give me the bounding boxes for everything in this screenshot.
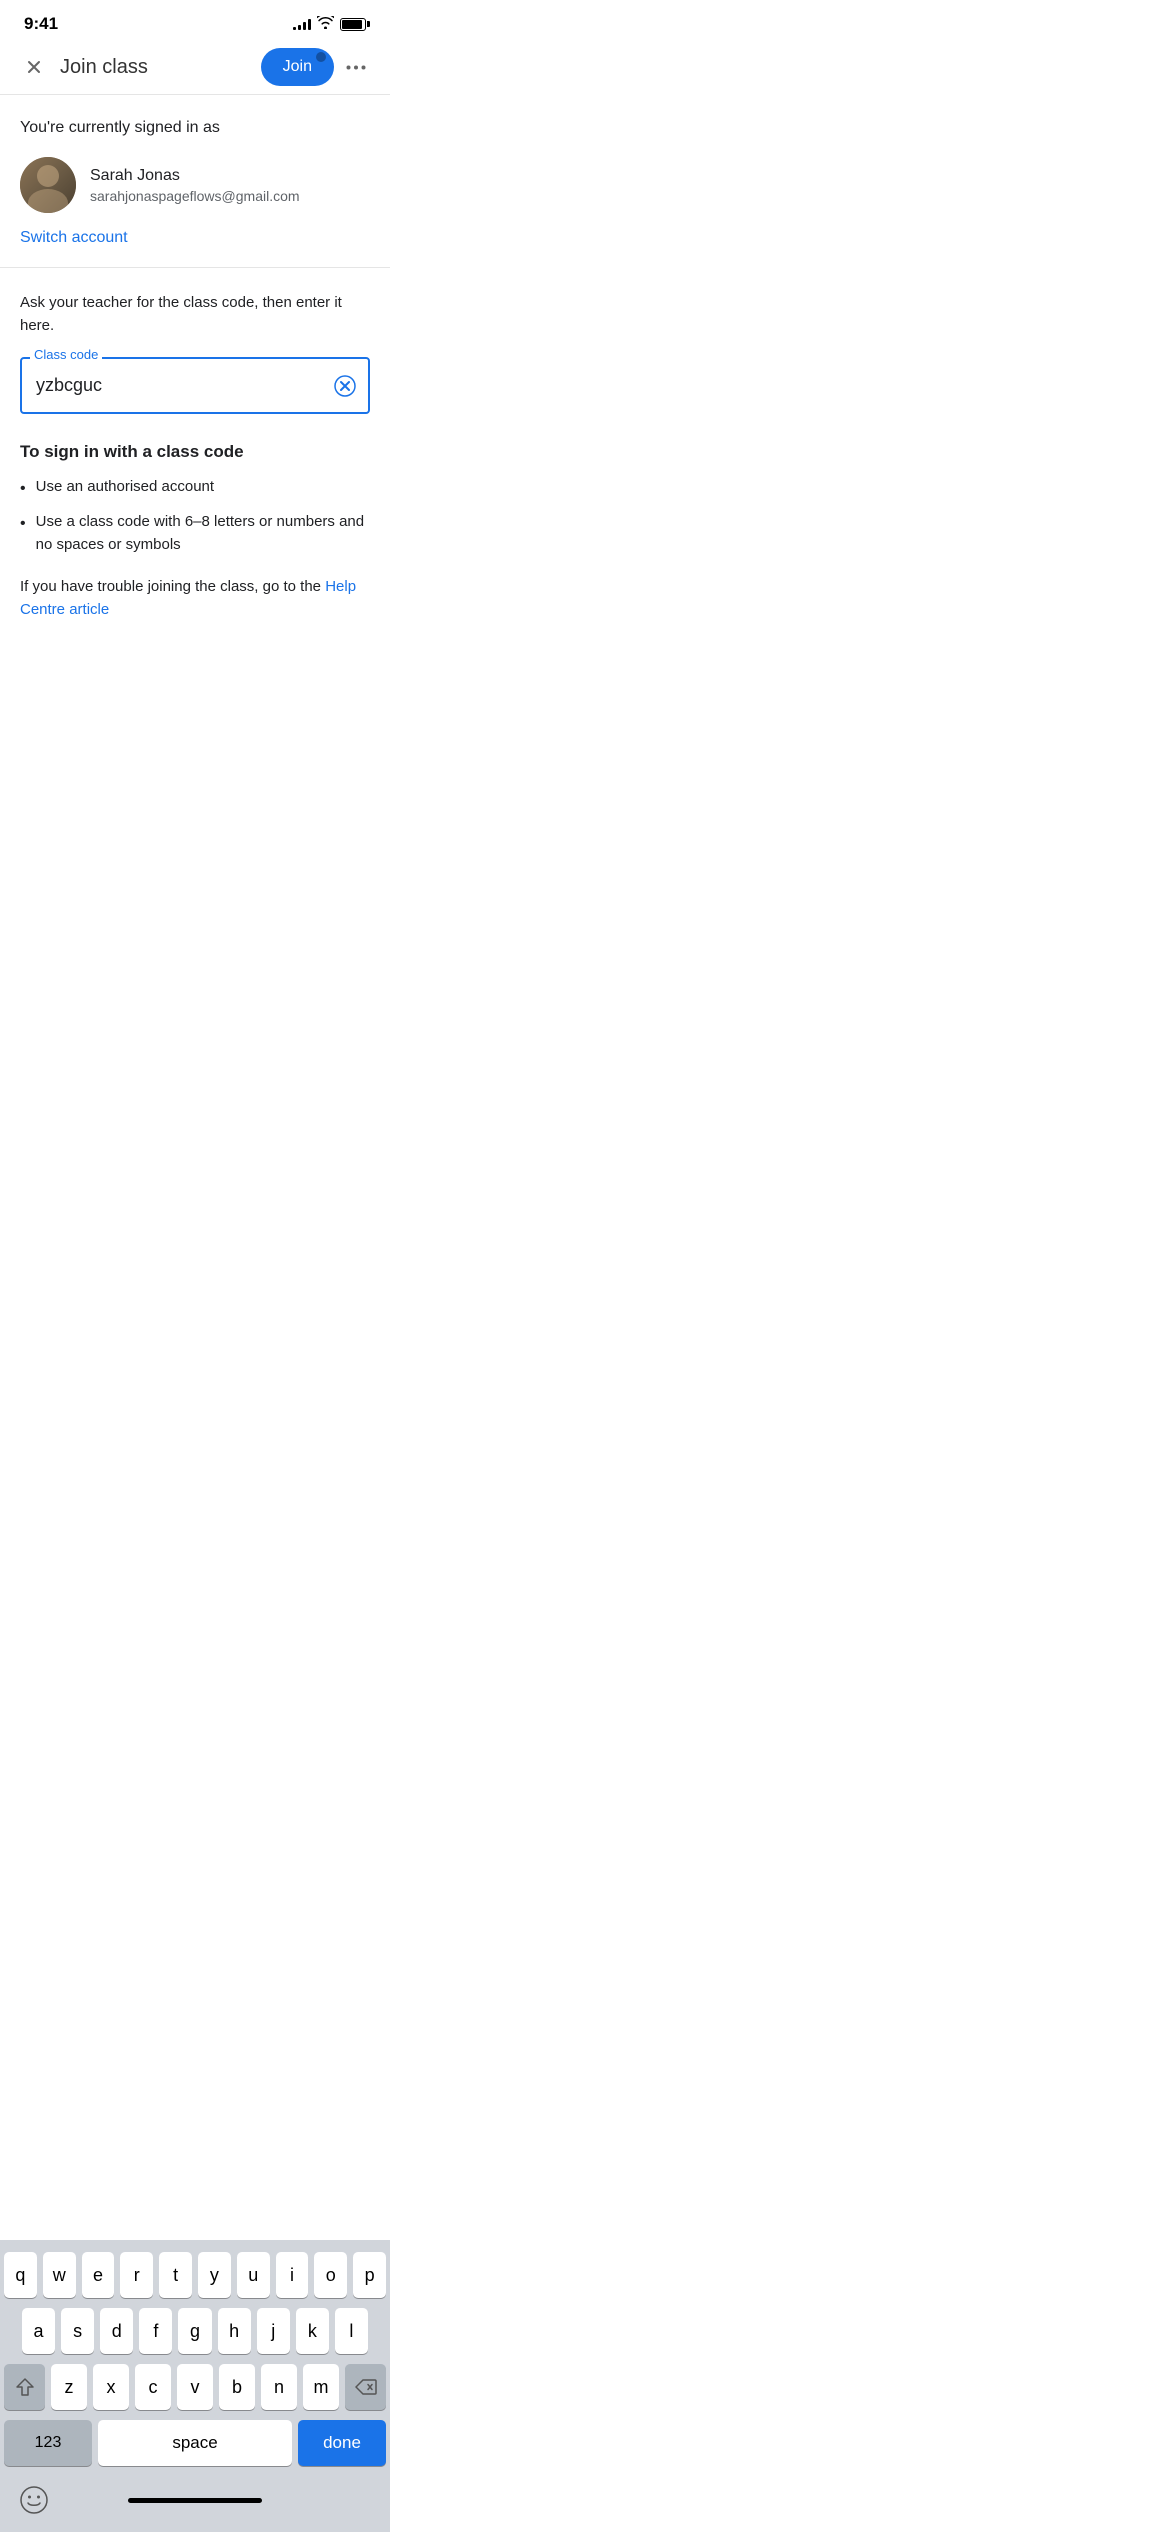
key-g[interactable]: g bbox=[178, 2308, 211, 2354]
key-i[interactable]: i bbox=[276, 2252, 309, 2298]
key-a[interactable]: a bbox=[22, 2308, 55, 2354]
class-code-input[interactable] bbox=[20, 357, 370, 414]
nav-bar: Join class Join bbox=[0, 40, 390, 95]
space-key[interactable]: space bbox=[98, 2420, 292, 2466]
key-s[interactable]: s bbox=[61, 2308, 94, 2354]
user-email: sarahjonaspageflows@gmail.com bbox=[90, 188, 300, 204]
page-title: Join class bbox=[60, 56, 261, 79]
wifi-icon bbox=[317, 16, 334, 32]
switch-account-link[interactable]: Switch account bbox=[20, 229, 128, 247]
key-w[interactable]: w bbox=[43, 2252, 76, 2298]
instructions-list: Use an authorised account Use a class co… bbox=[20, 476, 370, 556]
key-c[interactable]: c bbox=[135, 2364, 171, 2410]
battery-icon bbox=[340, 18, 366, 31]
close-button[interactable] bbox=[16, 49, 52, 85]
keyboard-row-4: 123 space done bbox=[4, 2420, 386, 2466]
emoji-button[interactable] bbox=[14, 2480, 54, 2520]
key-t[interactable]: t bbox=[159, 2252, 192, 2298]
keyboard-row-1: q w e r t y u i o p bbox=[4, 2252, 386, 2298]
trouble-text: If you have trouble joining the class, g… bbox=[20, 576, 370, 621]
key-p[interactable]: p bbox=[353, 2252, 386, 2298]
signal-icon bbox=[293, 18, 311, 30]
keyboard-row-3: z x c v b n m bbox=[4, 2364, 386, 2410]
trouble-prefix: If you have trouble joining the class, g… bbox=[20, 578, 325, 595]
key-r[interactable]: r bbox=[120, 2252, 153, 2298]
class-code-field: Class code bbox=[20, 357, 370, 414]
keyboard: q w e r t y u i o p a s d f g h j k l z … bbox=[0, 2240, 390, 2532]
list-item-text: Use a class code with 6–8 letters or num… bbox=[36, 511, 370, 556]
key-d[interactable]: d bbox=[100, 2308, 133, 2354]
list-item: Use an authorised account bbox=[20, 476, 370, 501]
main-content: You're currently signed in as Sarah Jona… bbox=[0, 95, 390, 621]
user-info: Sarah Jonas sarahjonaspageflows@gmail.co… bbox=[90, 167, 300, 204]
status-bar: 9:41 bbox=[0, 0, 390, 40]
user-name: Sarah Jonas bbox=[90, 167, 300, 185]
more-button[interactable] bbox=[338, 49, 374, 85]
done-key[interactable]: done bbox=[298, 2420, 386, 2466]
user-row: Sarah Jonas sarahjonaspageflows@gmail.co… bbox=[20, 157, 370, 213]
key-b[interactable]: b bbox=[219, 2364, 255, 2410]
key-z[interactable]: z bbox=[51, 2364, 87, 2410]
avatar-image bbox=[20, 157, 76, 213]
status-icons bbox=[293, 16, 366, 32]
key-m[interactable]: m bbox=[303, 2364, 339, 2410]
key-e[interactable]: e bbox=[82, 2252, 115, 2298]
list-item: Use a class code with 6–8 letters or num… bbox=[20, 511, 370, 556]
signed-in-label: You're currently signed in as bbox=[20, 119, 370, 137]
instruction-text: Ask your teacher for the class code, the… bbox=[20, 292, 370, 337]
instructions-title: To sign in with a class code bbox=[20, 442, 370, 462]
key-l[interactable]: l bbox=[335, 2308, 368, 2354]
key-v[interactable]: v bbox=[177, 2364, 213, 2410]
keyboard-bottom bbox=[4, 2476, 386, 2528]
numbers-key[interactable]: 123 bbox=[4, 2420, 92, 2466]
shift-key[interactable] bbox=[4, 2364, 45, 2410]
key-h[interactable]: h bbox=[218, 2308, 251, 2354]
keyboard-row-2: a s d f g h j k l bbox=[4, 2308, 386, 2354]
key-n[interactable]: n bbox=[261, 2364, 297, 2410]
class-code-label: Class code bbox=[30, 347, 102, 362]
key-u[interactable]: u bbox=[237, 2252, 270, 2298]
key-x[interactable]: x bbox=[93, 2364, 129, 2410]
backspace-key[interactable] bbox=[345, 2364, 386, 2410]
key-y[interactable]: y bbox=[198, 2252, 231, 2298]
key-o[interactable]: o bbox=[314, 2252, 347, 2298]
key-k[interactable]: k bbox=[296, 2308, 329, 2354]
clear-input-button[interactable] bbox=[334, 375, 356, 397]
join-button[interactable]: Join bbox=[261, 48, 334, 86]
home-indicator bbox=[128, 2498, 262, 2503]
divider bbox=[0, 267, 390, 268]
status-time: 9:41 bbox=[24, 14, 58, 34]
key-f[interactable]: f bbox=[139, 2308, 172, 2354]
key-q[interactable]: q bbox=[4, 2252, 37, 2298]
list-item-text: Use an authorised account bbox=[36, 476, 214, 499]
key-j[interactable]: j bbox=[257, 2308, 290, 2354]
avatar bbox=[20, 157, 76, 213]
